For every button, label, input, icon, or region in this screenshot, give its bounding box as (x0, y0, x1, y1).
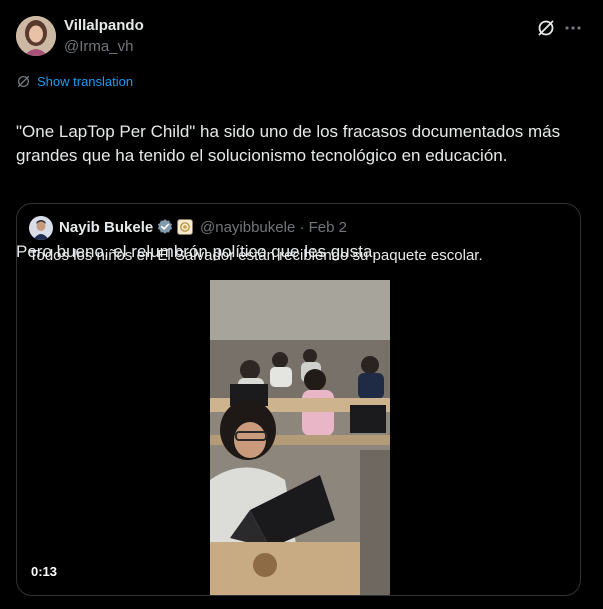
quoted-author-name[interactable]: Nayib Bukele (59, 219, 153, 236)
more-icon (565, 26, 581, 30)
more-button[interactable] (561, 16, 585, 40)
quoted-tweet-text: Todos los niños en El Salvador están rec… (29, 247, 483, 264)
show-translation-label: Show translation (37, 74, 134, 89)
translate-icon (17, 75, 30, 88)
avatar-image (16, 16, 56, 56)
video-frame-classroom (210, 280, 390, 595)
quoted-author-avatar[interactable] (29, 216, 53, 240)
quoted-tweet-card[interactable]: Nayib Bukele @nayibbukele · Feb 2 Todos … (16, 203, 581, 596)
quoted-video-thumbnail[interactable] (210, 280, 390, 595)
affiliate-badge-icon[interactable] (177, 219, 193, 235)
avatar-image (29, 216, 53, 240)
affiliate-badge-shape (180, 222, 190, 232)
author-handle[interactable]: @Irma_vh (64, 38, 133, 55)
quoted-author-handle[interactable]: @nayibbukele (200, 219, 295, 236)
quoted-author-meta: @nayibbukele · Feb 2 (200, 219, 347, 236)
quoted-tweet-date[interactable]: Feb 2 (309, 219, 347, 236)
grok-button[interactable] (534, 16, 558, 40)
video-duration: 0:13 (31, 564, 58, 579)
meta-separator: · (299, 219, 305, 236)
author-avatar[interactable] (16, 16, 56, 56)
author-name[interactable]: Villalpando (64, 17, 144, 34)
verified-badge-icon (157, 219, 173, 234)
grok-icon (538, 20, 554, 36)
show-translation-link[interactable]: Show translation (16, 74, 133, 89)
tweet-paragraph: "One LapTop Per Child" ha sido uno de lo… (16, 122, 561, 165)
